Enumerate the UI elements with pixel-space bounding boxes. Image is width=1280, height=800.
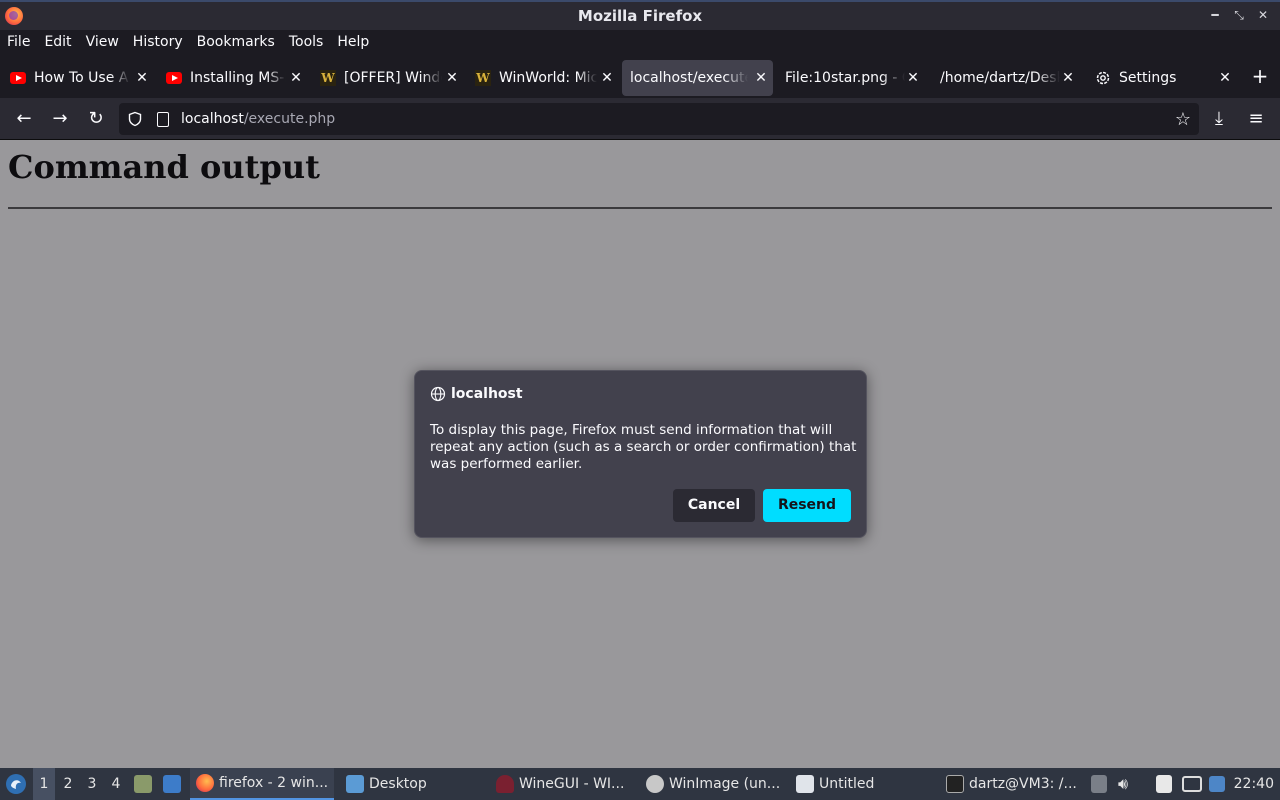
bookmark-star-icon[interactable]: ☆	[1175, 109, 1191, 130]
tab-label: [OFFER] Windows	[344, 70, 442, 86]
task-label: firefox - 2 win...	[219, 775, 329, 791]
winworld-icon: W	[475, 70, 491, 86]
folder-icon	[346, 775, 364, 793]
firefox-icon	[196, 774, 214, 792]
tab-label: How To Use A Macro	[34, 70, 130, 86]
youtube-icon	[166, 70, 182, 86]
menu-view[interactable]: View	[86, 34, 119, 50]
volume-icon[interactable]: 🔊︎	[1118, 768, 1128, 800]
tab-label: localhost/execute.php	[630, 70, 748, 86]
resend-dialog: localhost To display this page, Firefox …	[414, 370, 867, 538]
tab-close-icon[interactable]: ✕	[905, 69, 921, 87]
task-untitled[interactable]: Untitled	[790, 768, 934, 800]
tab-strip: How To Use A Macro ✕ Installing MS-DOS ✕…	[0, 56, 1280, 98]
tab-localhost-execute[interactable]: localhost/execute.php ✕	[622, 60, 773, 96]
notification-icon[interactable]	[1209, 768, 1230, 800]
task-firefox[interactable]: firefox - 2 win...	[190, 768, 334, 800]
clipboard-icon[interactable]	[1156, 768, 1177, 800]
tab-close-icon[interactable]: ✕	[599, 69, 615, 87]
downloads-button[interactable]: ⤓	[1207, 107, 1231, 131]
menu-file[interactable]: File	[7, 34, 30, 50]
url-host: localhost	[181, 111, 244, 127]
tab-installing-msdos[interactable]: Installing MS-DOS ✕	[158, 60, 308, 96]
task-label: Untitled	[819, 776, 875, 792]
dialog-header: localhost	[430, 386, 523, 402]
taskbar: 1 2 3 4 firefox - 2 win... Desktop WineG…	[0, 768, 1280, 800]
tab-close-icon[interactable]: ✕	[288, 69, 304, 87]
tab-how-to-use[interactable]: How To Use A Macro ✕	[2, 60, 154, 96]
winworld-icon: W	[320, 70, 336, 86]
task-label: WineGUI - WI...	[519, 776, 625, 792]
file-manager-launcher-icon[interactable]	[134, 768, 157, 800]
tab-label: Installing MS-DOS	[190, 70, 286, 86]
task-label: Desktop	[369, 776, 427, 792]
clock: 22:40	[1233, 776, 1274, 792]
text-editor-icon	[796, 775, 814, 793]
tab-close-icon[interactable]: ✕	[444, 69, 460, 87]
tab-winworld[interactable]: W WinWorld: Microsoft ✕	[467, 60, 619, 96]
new-tab-button[interactable]: +	[1250, 64, 1270, 88]
menu-edit[interactable]: Edit	[44, 34, 71, 50]
navigation-toolbar: ← → ↻ localhost/execute.php ☆ ⤓ ≡	[0, 98, 1280, 140]
restore-icon[interactable]: ⤡	[1232, 8, 1246, 23]
menu-bar: File Edit View History Bookmarks Tools H…	[0, 30, 1280, 54]
tab-close-icon[interactable]: ✕	[134, 69, 150, 87]
gear-icon	[1095, 70, 1111, 86]
tab-label: Settings	[1119, 70, 1177, 86]
cancel-button[interactable]: Cancel	[673, 489, 755, 522]
task-label: WinImage (un...	[669, 776, 781, 792]
close-icon[interactable]: ✕	[1256, 8, 1270, 23]
menu-tools[interactable]: Tools	[289, 34, 324, 50]
task-winegui[interactable]: WineGUI - WI...	[490, 768, 634, 800]
task-desktop[interactable]: Desktop	[340, 768, 480, 800]
workspace-1[interactable]: 1	[33, 768, 55, 800]
desktop-launcher-icon[interactable]	[163, 768, 186, 800]
back-button[interactable]: ←	[12, 107, 36, 131]
menu-history[interactable]: History	[133, 34, 183, 50]
eject-icon[interactable]	[1091, 768, 1112, 800]
tab-close-icon[interactable]: ✕	[1217, 69, 1233, 87]
url-bar[interactable]: localhost/execute.php ☆	[119, 103, 1199, 135]
tab-settings[interactable]: Settings ✕	[1087, 60, 1237, 96]
task-terminal[interactable]: dartz@VM3: /...	[940, 768, 1082, 800]
tab-label: WinWorld: Microsoft	[499, 70, 597, 86]
terminal-icon	[946, 775, 964, 793]
reload-button[interactable]: ↻	[84, 107, 108, 131]
title-bar: Mozilla Firefox ━ ⤡ ✕	[0, 0, 1280, 30]
dialog-title: localhost	[451, 386, 523, 402]
tab-offer-windows[interactable]: W [OFFER] Windows ✕	[312, 60, 464, 96]
task-label: dartz@VM3: /...	[969, 776, 1077, 792]
wine-icon	[496, 775, 514, 793]
workspace-2[interactable]: 2	[57, 768, 79, 800]
shield-icon[interactable]	[127, 111, 143, 127]
tab-file-10star[interactable]: File:10star.png - Commons ✕	[777, 60, 925, 96]
workspace-4[interactable]: 4	[105, 768, 127, 800]
menu-hamburger-icon[interactable]: ≡	[1244, 107, 1268, 131]
forward-button[interactable]: →	[48, 107, 72, 131]
tab-label: File:10star.png - Commons	[785, 70, 905, 86]
menu-help[interactable]: Help	[337, 34, 369, 50]
globe-icon	[430, 386, 446, 402]
tab-home-desktop[interactable]: /home/dartz/Desktop ✕	[932, 60, 1080, 96]
workspace-3[interactable]: 3	[81, 768, 103, 800]
resend-button[interactable]: Resend	[763, 489, 851, 522]
tab-label: /home/dartz/Desktop	[940, 70, 1060, 86]
url-path: /execute.php	[243, 111, 336, 127]
winimage-icon	[646, 775, 664, 793]
firefox-logo-icon	[5, 7, 23, 25]
tab-close-icon[interactable]: ✕	[753, 69, 769, 87]
window-title: Mozilla Firefox	[577, 7, 703, 25]
menu-bookmarks[interactable]: Bookmarks	[197, 34, 275, 50]
page-icon[interactable]	[157, 111, 169, 127]
task-winimage[interactable]: WinImage (un...	[640, 768, 784, 800]
network-icon[interactable]	[1182, 768, 1207, 800]
youtube-icon	[10, 70, 26, 86]
tab-close-icon[interactable]: ✕	[1060, 69, 1076, 87]
window-controls: ━ ⤡ ✕	[1208, 8, 1270, 23]
app-menu-icon[interactable]	[4, 768, 28, 800]
minimize-icon[interactable]: ━	[1208, 8, 1222, 23]
dialog-message: To display this page, Firefox must send …	[430, 422, 857, 472]
